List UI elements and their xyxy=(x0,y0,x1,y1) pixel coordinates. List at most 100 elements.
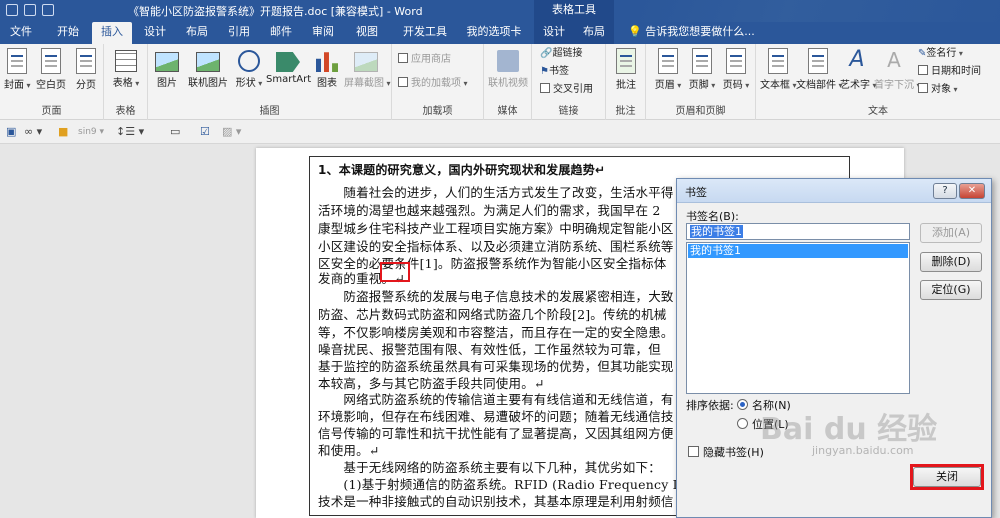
tell-me-box[interactable]: 💡 告诉我您想要做什么... xyxy=(628,22,755,44)
tab-table-design[interactable]: 设计 xyxy=(534,22,574,44)
comment-icon xyxy=(616,48,636,74)
footer-icon xyxy=(692,48,712,74)
bookmark-name-label: 书签名(B): xyxy=(686,210,739,223)
page-break-button[interactable]: 分页 xyxy=(72,46,100,91)
tell-me-text: 告诉我您想要做什么... xyxy=(645,25,755,38)
object-icon xyxy=(918,83,928,93)
page-break-icon xyxy=(76,48,96,74)
save-icon[interactable]: ▣ xyxy=(6,125,16,139)
ribbon-tabs: 文件 开始 插入 设计 布局 引用 邮件 审阅 视图 开发工具 我的选项卡 设计… xyxy=(0,22,1000,44)
doc-line[interactable]: 防盗、芯片数码式防盗和网络式防盗几个阶段[2]。传统的机械 xyxy=(318,304,667,323)
blank-page-button[interactable]: 空白页 xyxy=(34,46,68,91)
drop-cap-button[interactable]: A 首字下沉 xyxy=(874,46,914,91)
hidden-bookmarks-checkbox[interactable] xyxy=(688,446,699,457)
online-picture-button[interactable]: 联机图片 xyxy=(186,46,230,89)
doc-line[interactable]: 随着社会的进步，人们的生活方式发生了改变，生活水平得 xyxy=(318,182,674,201)
doc-line[interactable]: 康型城乡住宅科技产业工程项目实施方案》中明确规定智能小区 xyxy=(318,218,674,237)
folder-icon[interactable]: ■ xyxy=(58,125,68,139)
page-number-button[interactable]: 页码 xyxy=(720,46,752,91)
chart-button[interactable]: 图表 xyxy=(314,46,340,89)
cross-reference-button[interactable]: 交叉引用 xyxy=(540,82,593,98)
comment-button[interactable]: 批注 xyxy=(612,46,640,91)
online-video-button[interactable]: 联机视频 xyxy=(486,46,530,89)
close-icon[interactable]: ✕ xyxy=(959,183,985,199)
tab-file[interactable]: 文件 xyxy=(6,22,36,44)
cover-button[interactable]: 封面 xyxy=(4,46,30,91)
drop-cap-icon: A xyxy=(887,48,901,72)
group-text: 文本框 文档部件 A艺术字 A首字下沉 ✎签名行 日期和时间 对象 文本 xyxy=(756,44,1000,120)
addins-icon xyxy=(398,77,408,87)
group-tables: 表格 表格 xyxy=(104,44,148,120)
add-button[interactable]: 添加(A) xyxy=(920,223,982,243)
store-button[interactable]: 应用商店 xyxy=(398,52,451,68)
bookmark-list[interactable]: 我的书签1 xyxy=(686,242,910,394)
doc-line[interactable]: 防盗报警系统的发展与电子信息技术的发展紧密相连，大致 xyxy=(318,286,674,305)
smartart-button[interactable]: SmartArt xyxy=(266,46,311,85)
tab-layout[interactable]: 布局 xyxy=(180,22,214,44)
group-media: 联机视频 媒体 xyxy=(484,44,532,120)
sort-name-radio[interactable] xyxy=(737,399,748,410)
screenshot-icon xyxy=(354,52,378,72)
picture-button[interactable]: 图片 xyxy=(154,46,180,89)
baidu-watermark-url: jingyan.baidu.com xyxy=(812,444,914,457)
signature-line-button[interactable]: ✎签名行 xyxy=(918,46,963,62)
custom-toolbar: ▣ ∞ ▾ ■ sin9 ▾ ↕☰ ▾ ▭ ☑ ▨ ▾ xyxy=(0,120,1000,144)
tab-mailings[interactable]: 邮件 xyxy=(264,22,298,44)
doc-parts-button[interactable]: 文档部件 xyxy=(796,46,840,91)
checkbox-icon[interactable]: ☑ xyxy=(200,125,210,139)
group-label-addins: 加载项 xyxy=(422,106,453,117)
style-selector[interactable]: sin9 ▾ xyxy=(78,125,104,139)
quick-access-icons[interactable] xyxy=(6,4,66,18)
sort-location-radio[interactable] xyxy=(737,418,748,429)
tab-references[interactable]: 引用 xyxy=(222,22,256,44)
group-label-illustrations: 插图 xyxy=(259,106,280,117)
bookmark-name-value: 我的书签1 xyxy=(690,225,743,238)
group-pages: 封面 空白页 分页 页面 xyxy=(0,44,104,120)
link-chain-icon[interactable]: ∞ ▾ xyxy=(24,125,42,139)
goto-button[interactable]: 定位(G) xyxy=(920,280,982,300)
object-button[interactable]: 对象 xyxy=(918,82,958,98)
tab-table-layout[interactable]: 布局 xyxy=(574,22,614,44)
textbox-button[interactable]: 文本框 xyxy=(760,46,796,91)
tab-home[interactable]: 开始 xyxy=(50,22,86,44)
shapes-button[interactable]: 形状 xyxy=(234,46,264,89)
table-button[interactable]: 表格 xyxy=(110,46,142,89)
header-button[interactable]: 页眉 xyxy=(652,46,684,91)
bookmark-icon: ⚑ xyxy=(540,66,549,77)
group-label-text: 文本 xyxy=(868,106,888,117)
chart-icon xyxy=(316,52,338,72)
screenshot-button[interactable]: 屏幕截图 xyxy=(344,46,388,89)
wordart-button[interactable]: A 艺术字 xyxy=(840,46,874,91)
footer-button[interactable]: 页脚 xyxy=(686,46,718,91)
doc-heading[interactable]: 1、本课题的研究意义，国内外研究现状和发展趋势↵ xyxy=(318,161,605,178)
my-addins-button[interactable]: 我的加载项 xyxy=(398,76,468,92)
tab-review[interactable]: 审阅 xyxy=(306,22,340,44)
tab-insert[interactable]: 插入 xyxy=(92,22,132,44)
group-label-comments: 批注 xyxy=(615,106,636,117)
tab-view[interactable]: 视图 xyxy=(350,22,384,44)
dialog-title-bar[interactable]: 书签 ? ✕ xyxy=(677,179,991,203)
bookmark-button[interactable]: ⚑书签 xyxy=(540,64,569,80)
tab-developer[interactable]: 开发工具 xyxy=(400,22,450,44)
list-item[interactable]: 我的书签1 xyxy=(688,244,908,258)
doc-line[interactable]: 技术是一种非接触式的自动识别技术，其基本原理是利用射频信 xyxy=(318,491,674,510)
textbox-icon xyxy=(768,48,788,74)
doc-line[interactable]: 活环境的渴望也越来越强烈。为满足人们的需求，我国早在 2 xyxy=(318,200,661,219)
image-icon[interactable]: ▨ ▾ xyxy=(222,125,241,139)
group-links: 🔗超链接 ⚑书签 交叉引用 链接 xyxy=(532,44,606,120)
tab-my-tab[interactable]: 我的选项卡 xyxy=(464,22,524,44)
cover-page-icon xyxy=(7,48,27,74)
insert-field-icon[interactable]: ▭ xyxy=(170,125,180,139)
help-button[interactable]: ? xyxy=(933,183,957,199)
bookmark-name-input[interactable]: 我的书签1 xyxy=(686,223,910,240)
lightbulb-icon: 💡 xyxy=(628,25,642,38)
date-time-button[interactable]: 日期和时间 xyxy=(918,64,981,80)
wordart-icon: A xyxy=(849,47,865,72)
hyperlink-button[interactable]: 🔗超链接 xyxy=(540,46,582,62)
line-spacing-icon[interactable]: ↕☰ ▾ xyxy=(116,125,144,139)
delete-button[interactable]: 删除(D) xyxy=(920,252,982,272)
table-icon xyxy=(115,50,137,72)
video-icon xyxy=(497,50,519,72)
tab-design[interactable]: 设计 xyxy=(138,22,172,44)
ribbon: 封面 空白页 分页 页面 表格 表格 图片 联机图片 形状 SmartArt 图… xyxy=(0,44,1000,120)
